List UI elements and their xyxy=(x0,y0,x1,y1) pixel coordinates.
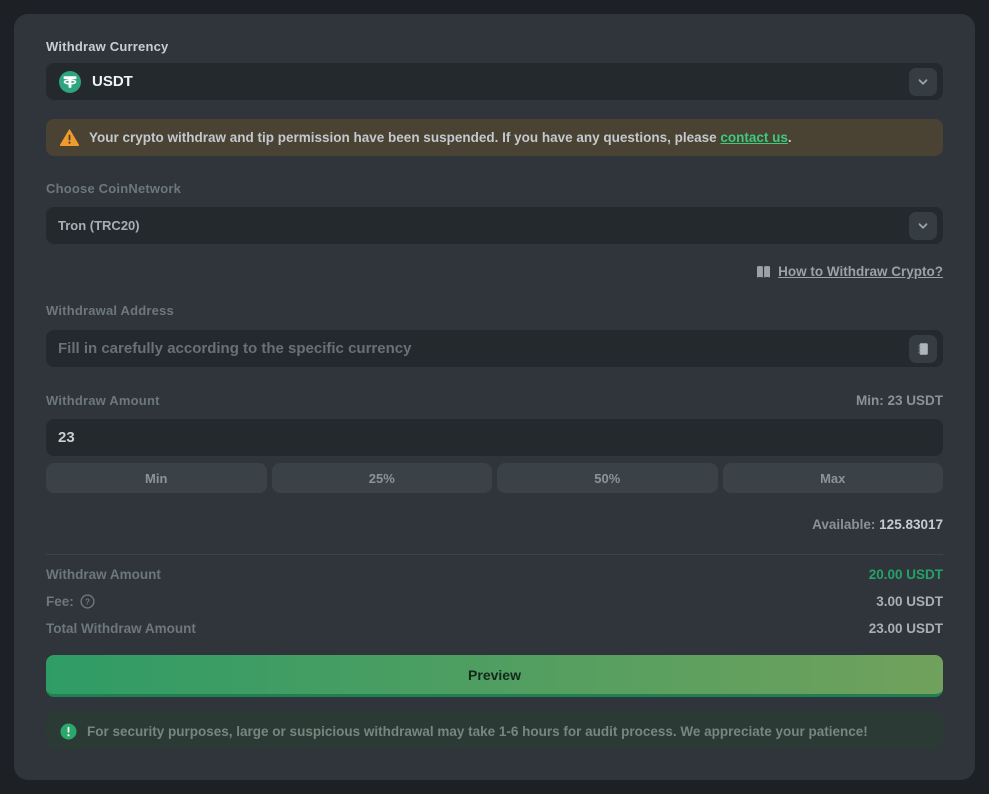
divider xyxy=(46,554,943,555)
pct50-button[interactable]: 50% xyxy=(497,463,718,493)
contact-us-link[interactable]: contact us xyxy=(720,130,788,145)
address-input[interactable] xyxy=(58,340,909,357)
paste-button[interactable] xyxy=(909,335,937,363)
network-dropdown-button[interactable] xyxy=(909,212,937,240)
currency-select[interactable]: USDT xyxy=(46,63,943,100)
available-balance: Available: 125.83017 xyxy=(46,517,943,532)
withdraw-currency-label: Withdraw Currency xyxy=(46,39,943,54)
min-button[interactable]: Min xyxy=(46,463,267,493)
currency-dropdown-button[interactable] xyxy=(909,68,937,96)
paste-icon xyxy=(915,341,931,357)
security-info-banner: For security purposes, large or suspicio… xyxy=(46,712,943,750)
info-exclamation-icon xyxy=(60,723,77,740)
quick-amount-row: Min 25% 50% Max xyxy=(46,463,943,493)
suspension-warning-text: Your crypto withdraw and tip permission … xyxy=(89,130,792,145)
tether-icon xyxy=(58,70,82,94)
network-selected-value: Tron (TRC20) xyxy=(58,218,140,233)
currency-selected-value: USDT xyxy=(92,73,133,90)
withdraw-panel: Withdraw Currency USDT Your cr xyxy=(14,14,975,780)
chevron-down-icon xyxy=(917,76,929,88)
book-icon xyxy=(756,265,771,279)
pct25-button[interactable]: 25% xyxy=(272,463,493,493)
withdraw-amount-value: 20.00 USDT xyxy=(869,567,943,582)
svg-text:?: ? xyxy=(85,597,90,607)
max-button[interactable]: Max xyxy=(723,463,944,493)
help-row: How to Withdraw Crypto? xyxy=(46,264,943,279)
suspension-warning-banner: Your crypto withdraw and tip permission … xyxy=(46,119,943,156)
network-label: Choose CoinNetwork xyxy=(46,181,943,196)
warning-triangle-icon xyxy=(60,129,79,146)
how-to-withdraw-link[interactable]: How to Withdraw Crypto? xyxy=(778,264,943,279)
address-label: Withdrawal Address xyxy=(46,303,943,318)
preview-button[interactable]: Preview xyxy=(46,655,943,697)
fee-value: 3.00 USDT xyxy=(876,594,943,609)
amount-input[interactable] xyxy=(58,429,937,446)
network-select[interactable]: Tron (TRC20) xyxy=(46,207,943,244)
amount-input-box xyxy=(46,419,943,456)
total-withdraw-value: 23.00 USDT xyxy=(869,621,943,636)
security-info-text: For security purposes, large or suspicio… xyxy=(87,724,868,739)
min-amount-note: Min: 23 USDT xyxy=(856,393,943,408)
chevron-down-icon xyxy=(917,220,929,232)
fee-help-icon[interactable]: ? xyxy=(80,594,95,609)
amount-label: Withdraw Amount xyxy=(46,393,160,408)
address-input-box xyxy=(46,330,943,367)
summary-row-withdraw-amount: Withdraw Amount 20.00 USDT xyxy=(46,567,943,582)
summary-row-total: Total Withdraw Amount 23.00 USDT xyxy=(46,621,943,636)
summary-row-fee: Fee: ? 3.00 USDT xyxy=(46,594,943,609)
